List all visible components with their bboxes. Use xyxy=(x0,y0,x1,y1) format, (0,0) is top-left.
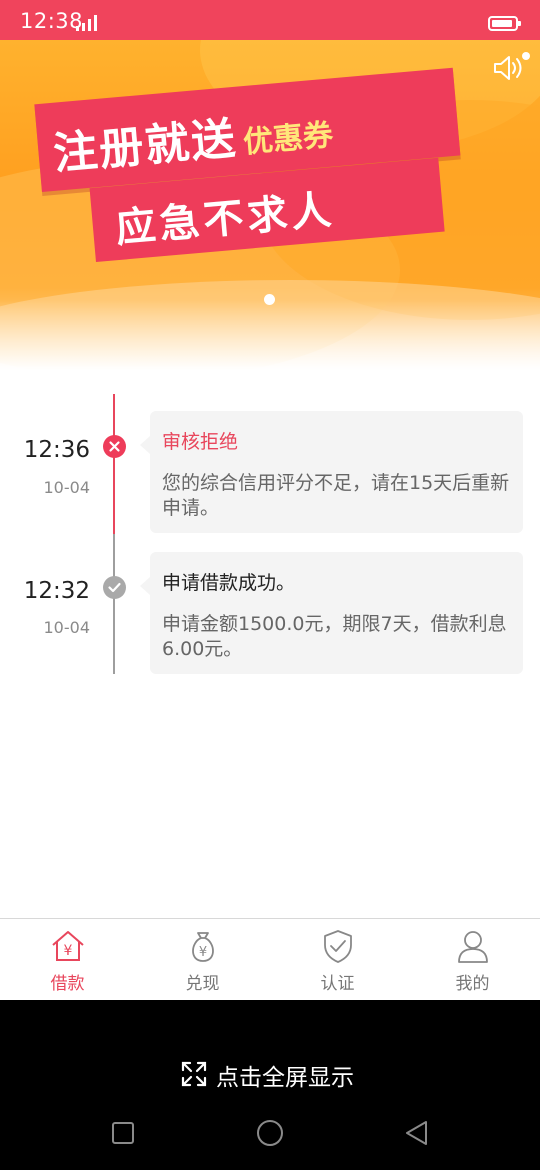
nav-item-profile[interactable]: 我的 xyxy=(405,919,540,1000)
entry-date: 10-04 xyxy=(43,618,91,637)
fullscreen-icon[interactable] xyxy=(181,1061,207,1087)
notification-dot xyxy=(522,52,530,60)
battery-icon xyxy=(488,16,521,31)
close-icon xyxy=(109,441,120,452)
banner-fade xyxy=(0,300,540,370)
back-icon[interactable] xyxy=(402,1118,432,1148)
timeline-line xyxy=(113,394,115,534)
svg-text:¥: ¥ xyxy=(198,945,206,960)
timeline-card: 审核拒绝 您的综合信用评分不足，请在15天后重新申请。 xyxy=(140,411,523,533)
entry-date: 10-04 xyxy=(43,478,91,497)
timeline-line xyxy=(113,534,115,674)
entry-time: 12:32 xyxy=(23,578,90,604)
check-icon xyxy=(108,582,121,593)
timeline-card: 申请借款成功。 申请金额1500.0元，期限7天，借款利息6.00元。 xyxy=(140,552,523,674)
bottom-nav: ¥ 借款 ¥ 兑现 认证 我的 xyxy=(0,918,540,1000)
fullscreen-button[interactable]: 点击全屏显示 xyxy=(216,1058,354,1092)
app-screen: 12:38 注册就送优惠券 应急不求人 12:36 10-04 审核拒绝 您的综… xyxy=(0,0,540,1170)
nav-label: 认证 xyxy=(320,974,355,994)
status-node-rejected xyxy=(103,435,126,458)
money-bag-icon: ¥ xyxy=(191,932,214,962)
entry-time: 12:36 xyxy=(23,437,90,463)
nav-label: 借款 xyxy=(50,974,85,994)
nav-label: 兑现 xyxy=(185,974,220,994)
status-bar: 12:38 xyxy=(0,0,540,40)
card-title: 申请借款成功。 xyxy=(162,572,296,594)
recent-apps-icon[interactable] xyxy=(108,1118,138,1148)
signal-icon xyxy=(76,15,97,31)
card-body: 申请金额1500.0元，期限7天，借款利息6.00元。 xyxy=(162,613,507,660)
nav-item-cashout[interactable]: ¥ 兑现 xyxy=(135,919,270,1000)
card-body: 您的综合信用评分不足，请在15天后重新申请。 xyxy=(162,472,510,519)
home-yen-icon: ¥ xyxy=(51,931,84,961)
banner-page-indicator[interactable] xyxy=(264,294,275,305)
home-icon[interactable] xyxy=(255,1118,285,1148)
shield-check-icon xyxy=(323,930,352,963)
nav-item-verify[interactable]: 认证 xyxy=(270,919,405,1000)
user-icon xyxy=(457,931,488,963)
status-node-success xyxy=(103,576,126,599)
speaker-icon[interactable] xyxy=(492,54,526,82)
svg-text:¥: ¥ xyxy=(63,943,72,959)
card-title: 审核拒绝 xyxy=(162,431,239,453)
nav-label: 我的 xyxy=(455,974,490,994)
promo-headline-accent: 优惠券 xyxy=(241,117,335,161)
nav-item-loan[interactable]: ¥ 借款 xyxy=(0,919,135,1000)
